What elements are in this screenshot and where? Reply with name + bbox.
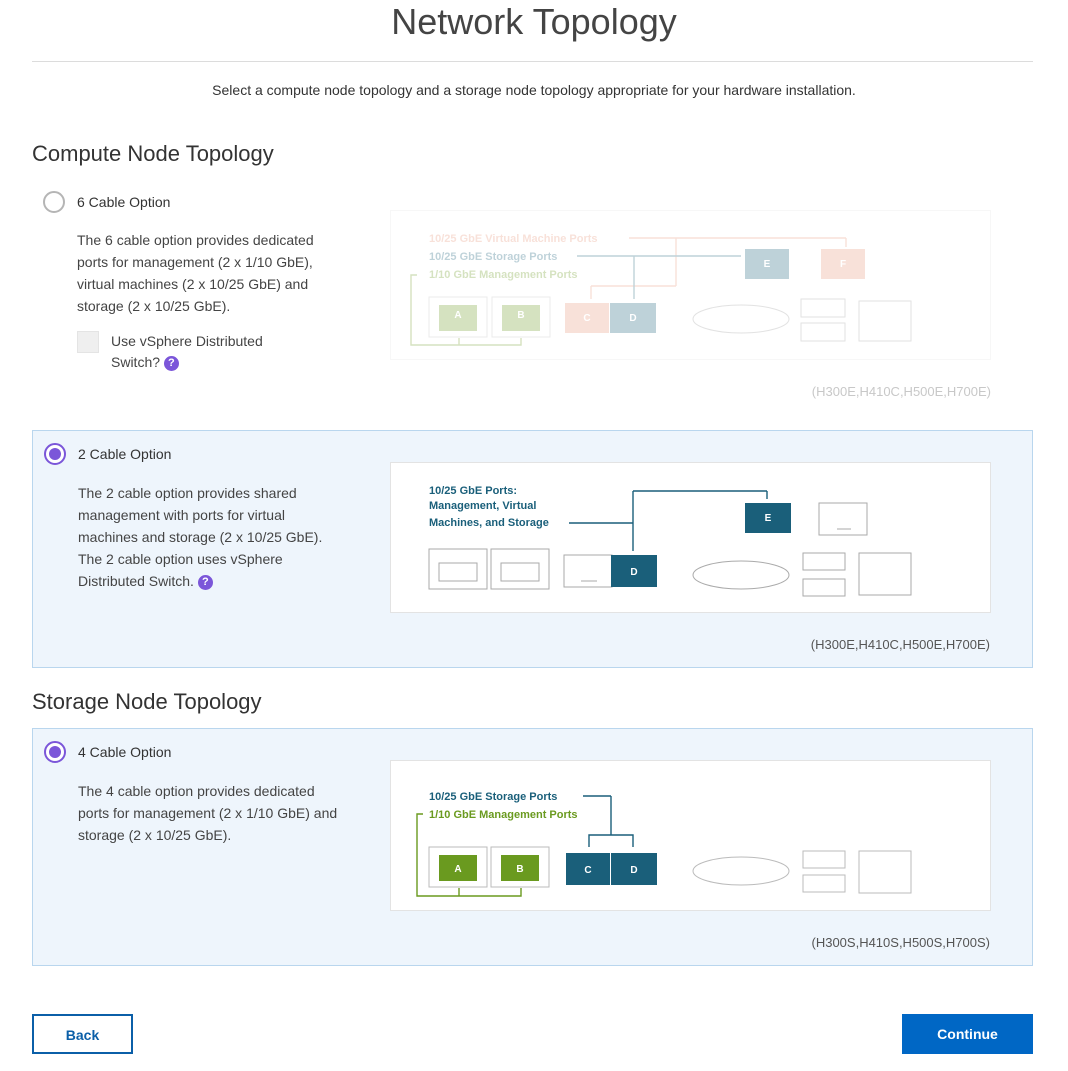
option-description-6-cable: The 6 cable option provides dedicated po… bbox=[77, 232, 314, 314]
vm-ports-label: 10/25 GbE Virtual Machine Ports bbox=[429, 233, 598, 245]
port-label-c: C bbox=[583, 313, 590, 324]
vsphere-checkbox-text: Use vSphere Distributed Switch? bbox=[111, 333, 263, 370]
diagram-4-cable: 10/25 GbE Storage Ports 1/10 GbE Managem… bbox=[390, 760, 991, 911]
radio-2-cable[interactable] bbox=[44, 443, 66, 465]
storage-ports-label-4: 10/25 GbE Storage Ports bbox=[429, 791, 557, 803]
storage-option-4-cable[interactable]: 4 Cable Option The 4 cable option provid… bbox=[32, 728, 1033, 966]
mgmt-ports-label-6: 1/10 GbE Management Ports bbox=[429, 269, 578, 281]
option-label-6-cable: 6 Cable Option bbox=[77, 194, 171, 210]
port-label-a: A bbox=[454, 310, 461, 321]
port-label-e: E bbox=[765, 513, 772, 524]
diagram-6-cable: 10/25 GbE Virtual Machine Ports 10/25 Gb… bbox=[390, 210, 991, 360]
compute-option-6-cable[interactable]: 6 Cable Option The 6 cable option provid… bbox=[32, 180, 1033, 420]
port-label-b: B bbox=[516, 864, 523, 875]
mgmt-ports-label-4: 1/10 GbE Management Ports bbox=[429, 809, 578, 821]
port-label-d: D bbox=[629, 313, 636, 324]
radio-4-cable[interactable] bbox=[44, 741, 66, 763]
option-label-2-cable: 2 Cable Option bbox=[78, 446, 172, 462]
storage-topology-heading: Storage Node Topology bbox=[32, 689, 262, 714]
models-6-cable: (H300E,H410C,H500E,H700E) bbox=[811, 384, 991, 399]
port-label-e: E bbox=[764, 259, 771, 270]
vsphere-distributed-switch-checkbox[interactable] bbox=[77, 331, 99, 353]
port-label-d: D bbox=[630, 865, 637, 876]
option-description-2-cable: The 2 cable option provides shared manag… bbox=[78, 482, 343, 592]
port-label-f: F bbox=[840, 259, 846, 270]
help-icon[interactable]: ? bbox=[197, 574, 213, 590]
port-label-a: A bbox=[454, 864, 461, 875]
port-label-b: B bbox=[517, 310, 524, 321]
help-icon[interactable]: ? bbox=[163, 355, 179, 371]
ports-label-line2: Management, Virtual bbox=[429, 500, 536, 512]
radio-6-cable[interactable] bbox=[43, 191, 65, 213]
compute-option-2-cable[interactable]: 2 Cable Option The 2 cable option provid… bbox=[32, 430, 1033, 668]
vsphere-checkbox-label: Use vSphere Distributed Switch? ? bbox=[111, 331, 311, 373]
diagram-2-cable: 10/25 GbE Ports: Management, Virtual Mac… bbox=[390, 462, 991, 613]
title-divider bbox=[32, 61, 1033, 62]
continue-button[interactable]: Continue bbox=[902, 1014, 1033, 1054]
page-subtitle: Select a compute node topology and a sto… bbox=[212, 82, 856, 98]
port-label-c: C bbox=[584, 865, 591, 876]
ports-label-line3: Machines, and Storage bbox=[429, 517, 549, 529]
option-description-2-cable-text: The 2 cable option provides shared manag… bbox=[78, 485, 323, 589]
port-label-d: D bbox=[630, 567, 637, 578]
back-button[interactable]: Back bbox=[32, 1014, 133, 1054]
storage-ports-label-6: 10/25 GbE Storage Ports bbox=[429, 251, 557, 263]
models-2-cable: (H300E,H410C,H500E,H700E) bbox=[810, 637, 990, 652]
compute-topology-heading: Compute Node Topology bbox=[32, 141, 274, 166]
option-label-4-cable: 4 Cable Option bbox=[78, 744, 172, 760]
option-description-4-cable: The 4 cable option provides dedicated po… bbox=[78, 783, 338, 843]
models-4-cable: (H300S,H410S,H500S,H700S) bbox=[811, 935, 991, 950]
page-title: Network Topology bbox=[391, 1, 677, 42]
ports-label-line1: 10/25 GbE Ports: bbox=[429, 485, 517, 497]
